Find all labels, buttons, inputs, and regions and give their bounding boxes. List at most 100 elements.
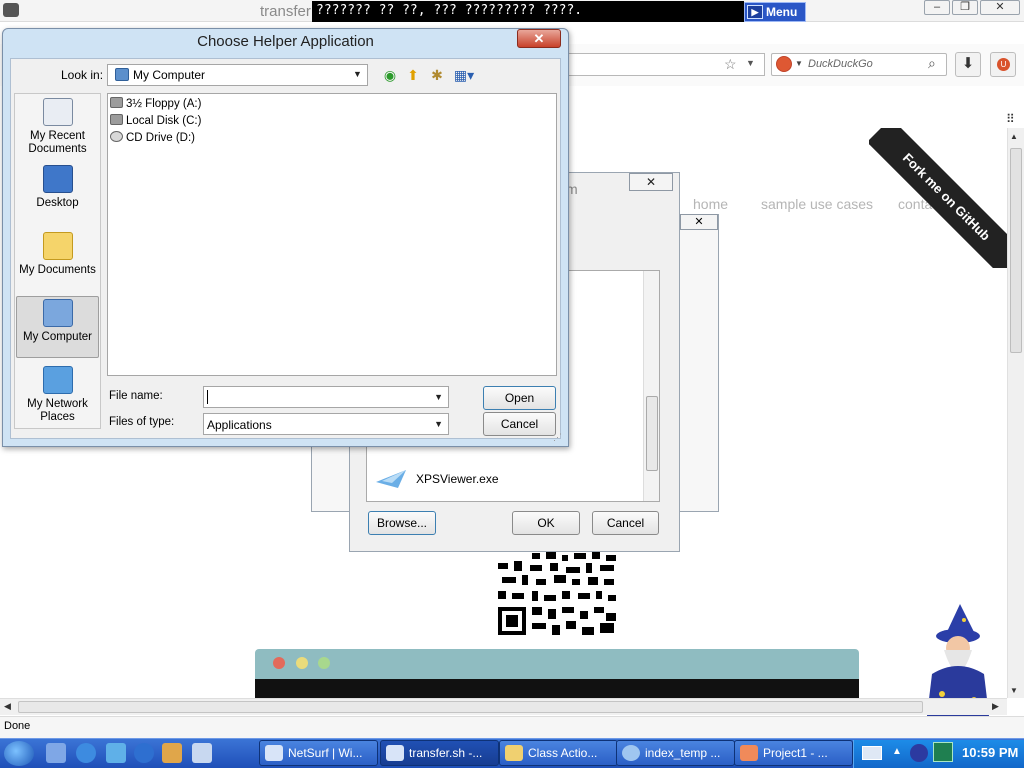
file-item-label: CD Drive (D:)	[126, 132, 195, 144]
task-label: Project1 - ...	[763, 746, 828, 760]
quicklaunch-explorer-icon[interactable]	[46, 743, 66, 763]
scrollbar-thumb[interactable]	[1010, 148, 1022, 353]
new-folder-icon[interactable]: ✱	[428, 66, 446, 84]
taskbar-item-project1[interactable]: Project1 - ...	[734, 740, 853, 766]
minimize-button[interactable]: –	[924, 0, 950, 15]
tray-wizard-icon[interactable]	[910, 744, 928, 762]
back-icon[interactable]: ◉	[381, 66, 399, 84]
place-label: My Network Places	[27, 398, 88, 423]
search-placeholder: DuckDuckGo	[808, 58, 873, 70]
status-bar	[0, 716, 1024, 738]
addon-button[interactable]: U	[990, 52, 1016, 77]
dialog-title: Choose Helper Application	[197, 33, 374, 50]
keyboard-icon[interactable]	[862, 746, 882, 760]
dialog-close-button[interactable]: ✕	[517, 29, 561, 48]
taskbar-item-index-temp[interactable]: index_temp ...	[616, 740, 735, 766]
file-name-input[interactable]: ▼	[203, 386, 449, 408]
browse-button[interactable]: Browse...	[368, 511, 436, 535]
resize-grip-icon[interactable]: ⋰	[553, 432, 562, 443]
class-action-icon	[505, 745, 523, 761]
file-item-cd-drive[interactable]: CD Drive (D:)	[110, 131, 195, 144]
url-dropdown-icon[interactable]: ▼	[746, 58, 755, 68]
page-vertical-scrollbar[interactable]	[1007, 128, 1024, 698]
place-label: My Computer	[22, 331, 93, 343]
up-folder-icon[interactable]: ⬆	[404, 66, 422, 84]
mockup-dot-red	[273, 657, 285, 669]
cancel-button[interactable]: Cancel	[483, 412, 556, 436]
qr-code	[496, 551, 618, 637]
program-list-scroll-thumb[interactable]	[646, 396, 658, 471]
task-label: Class Actio...	[528, 746, 598, 760]
close-window-button[interactable]: ✕	[980, 0, 1020, 15]
taskbar-item-transfer[interactable]: transfer.sh -...	[380, 740, 499, 766]
quicklaunch-media-icon[interactable]	[134, 743, 154, 763]
program-list-item[interactable]: XPSViewer.exe	[416, 472, 499, 486]
banner-menu-button[interactable]: ▶ Menu	[744, 2, 806, 22]
search-icon[interactable]: ⌕	[928, 55, 936, 72]
nav-link-sample-use-cases[interactable]: sample use cases	[761, 196, 873, 212]
view-menu-icon[interactable]: ▦▾	[452, 66, 476, 84]
files-of-type-arrow-icon[interactable]: ▼	[434, 419, 443, 429]
index-temp-icon	[622, 745, 640, 761]
grid-handle-icon: ⠿	[1006, 112, 1015, 126]
file-name-label: File name:	[109, 390, 163, 402]
recent-documents-icon	[42, 98, 73, 126]
quicklaunch-ie-icon[interactable]	[76, 743, 96, 763]
look-in-value: My Computer	[133, 68, 206, 82]
tray-app-icon[interactable]	[933, 742, 953, 762]
status-text: Done	[4, 720, 31, 732]
task-label: transfer.sh -...	[409, 746, 483, 760]
cd-drive-icon	[110, 131, 123, 142]
place-my-documents[interactable]: My Documents	[15, 232, 100, 277]
taskbar-item-netsurf[interactable]: NetSurf | Wi...	[259, 740, 378, 766]
program-list-scrollbar[interactable]	[643, 271, 659, 501]
download-arrow-icon: ⬇	[961, 55, 975, 72]
text-cursor	[207, 390, 208, 404]
open-with-cancel-button[interactable]: Cancel	[592, 511, 659, 535]
place-my-recent-documents[interactable]: My Recent Documents	[15, 98, 100, 156]
scroll-up-icon[interactable]: ▲	[1010, 132, 1018, 141]
floppy-drive-icon	[110, 97, 123, 108]
files-of-type-dropdown[interactable]: Applications ▼	[203, 413, 449, 435]
duckduckgo-icon[interactable]	[776, 56, 792, 72]
download-button[interactable]: ⬇	[955, 52, 981, 77]
place-desktop[interactable]: Desktop	[15, 165, 100, 210]
file-item-floppy[interactable]: 3½ Floppy (A:)	[110, 97, 201, 110]
quicklaunch-paint-icon[interactable]	[162, 743, 182, 763]
ok-button[interactable]: OK	[512, 511, 580, 535]
quicklaunch-app-icon[interactable]	[106, 743, 126, 763]
mockup-dot-green	[318, 657, 330, 669]
hard-drive-icon	[110, 114, 123, 125]
place-label: My Recent Documents	[28, 130, 87, 155]
tray-expand-icon[interactable]: ▲	[892, 746, 902, 757]
clock[interactable]: 10:59 PM	[962, 745, 1018, 760]
netsurf-icon	[265, 745, 283, 761]
hscrollbar-thumb[interactable]	[18, 701, 923, 713]
start-button[interactable]	[4, 741, 34, 766]
search-engine-dropdown-icon[interactable]: ▼	[795, 59, 803, 68]
look-in-arrow-icon[interactable]: ▼	[353, 69, 362, 79]
task-label: NetSurf | Wi...	[288, 746, 363, 760]
app-icon	[3, 3, 19, 17]
maximize-button[interactable]: ❐	[952, 0, 978, 15]
scroll-down-icon[interactable]: ▼	[1010, 686, 1018, 695]
my-computer-small-icon	[115, 68, 129, 81]
outer-dialog-close-button[interactable]: ✕	[680, 214, 718, 230]
file-item-local-disk[interactable]: Local Disk (C:)	[110, 114, 201, 127]
open-with-close-button[interactable]: ✕	[629, 173, 673, 191]
my-documents-icon	[42, 232, 73, 260]
file-name-arrow-icon[interactable]: ▼	[434, 392, 443, 402]
bookmark-star-icon[interactable]: ☆	[724, 56, 737, 73]
transfer-icon	[386, 745, 404, 761]
place-my-computer[interactable]: My Computer	[15, 299, 100, 344]
open-button[interactable]: Open	[483, 386, 556, 410]
page-horizontal-scrollbar[interactable]	[0, 698, 1007, 715]
github-ribbon[interactable]: Fork me on GitHub	[869, 128, 1007, 268]
quicklaunch-tool-icon[interactable]	[192, 743, 212, 763]
scroll-right-icon[interactable]: ▶	[992, 701, 999, 712]
scroll-left-icon[interactable]: ◀	[4, 701, 11, 712]
browser-mockup-body	[255, 679, 859, 699]
place-my-network-places[interactable]: My Network Places	[15, 366, 100, 424]
taskbar-item-class-action[interactable]: Class Actio...	[499, 740, 618, 766]
nav-link-home[interactable]: home	[693, 196, 728, 212]
